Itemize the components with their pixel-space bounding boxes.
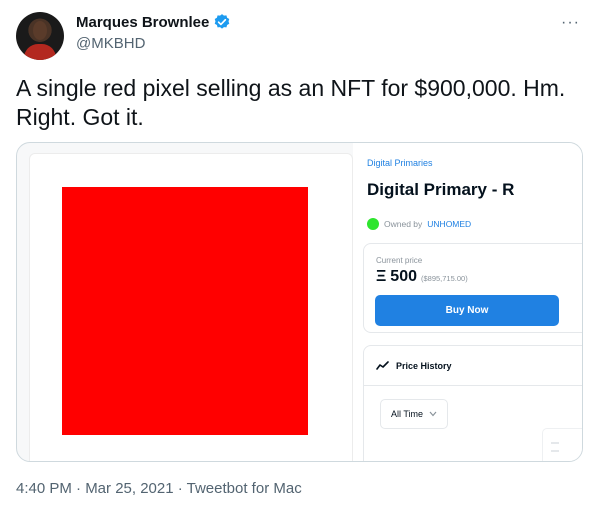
owner-name: UNHOMED	[427, 219, 472, 229]
tweet-media-image[interactable]: Digital Primaries Digital Primary - R Ow…	[16, 142, 583, 462]
avatar-face	[33, 21, 47, 40]
nft-details-panel: Digital Primaries Digital Primary - R Ow…	[353, 143, 582, 461]
verified-badge-icon	[215, 14, 230, 29]
author-name-text: Marques Brownlee	[76, 13, 210, 31]
avatar-shirt	[24, 44, 56, 60]
time-filter-value: All Time	[390, 409, 423, 419]
author-avatar[interactable]	[16, 12, 64, 60]
tweet-text: A single red pixel selling as an NFT for…	[16, 74, 576, 132]
price-history-card: Price History All Time	[363, 345, 582, 461]
tweet-text-line-1: A single red pixel selling as an NFT for…	[16, 75, 566, 101]
author-name[interactable]: Marques Brownlee	[76, 13, 231, 31]
usd-price: ($895,715.00)	[421, 274, 468, 283]
tweet-text-line-2: Right. Got it.	[16, 104, 144, 130]
more-options-icon[interactable]: ···	[561, 14, 580, 32]
red-pixel-image	[62, 187, 308, 435]
price-value: 500	[390, 268, 417, 285]
buy-now-button: Buy Now	[375, 295, 559, 326]
nft-title: Digital Primary - R	[367, 180, 515, 199]
owner-status-dot	[367, 218, 379, 230]
price-card: Current price Ξ 500 ($895,715.00) Buy No…	[363, 243, 582, 333]
price-history-header: Price History	[364, 346, 582, 386]
collection-link: Digital Primaries	[367, 158, 433, 168]
tweet-meta[interactable]: 4:40 PM · Mar 25, 2021 · Tweetbot for Ma…	[16, 480, 302, 497]
author-handle[interactable]: @MKBHD	[76, 35, 145, 52]
owned-by-label: Owned by	[384, 219, 423, 229]
nft-image-panel	[29, 153, 353, 461]
current-price-label: Current price	[376, 256, 423, 265]
owner-row: Owned by UNHOMED	[367, 218, 471, 230]
price-row: Ξ 500 ($895,715.00)	[376, 268, 468, 286]
chevron-down-icon	[429, 411, 437, 417]
time-filter-select: All Time	[380, 399, 448, 429]
eth-icon: Ξ	[376, 268, 387, 285]
mini-price-chart	[542, 428, 582, 461]
price-history-label: Price History	[396, 360, 452, 371]
mini-chart-line	[551, 442, 582, 461]
trend-line-icon	[376, 360, 389, 370]
